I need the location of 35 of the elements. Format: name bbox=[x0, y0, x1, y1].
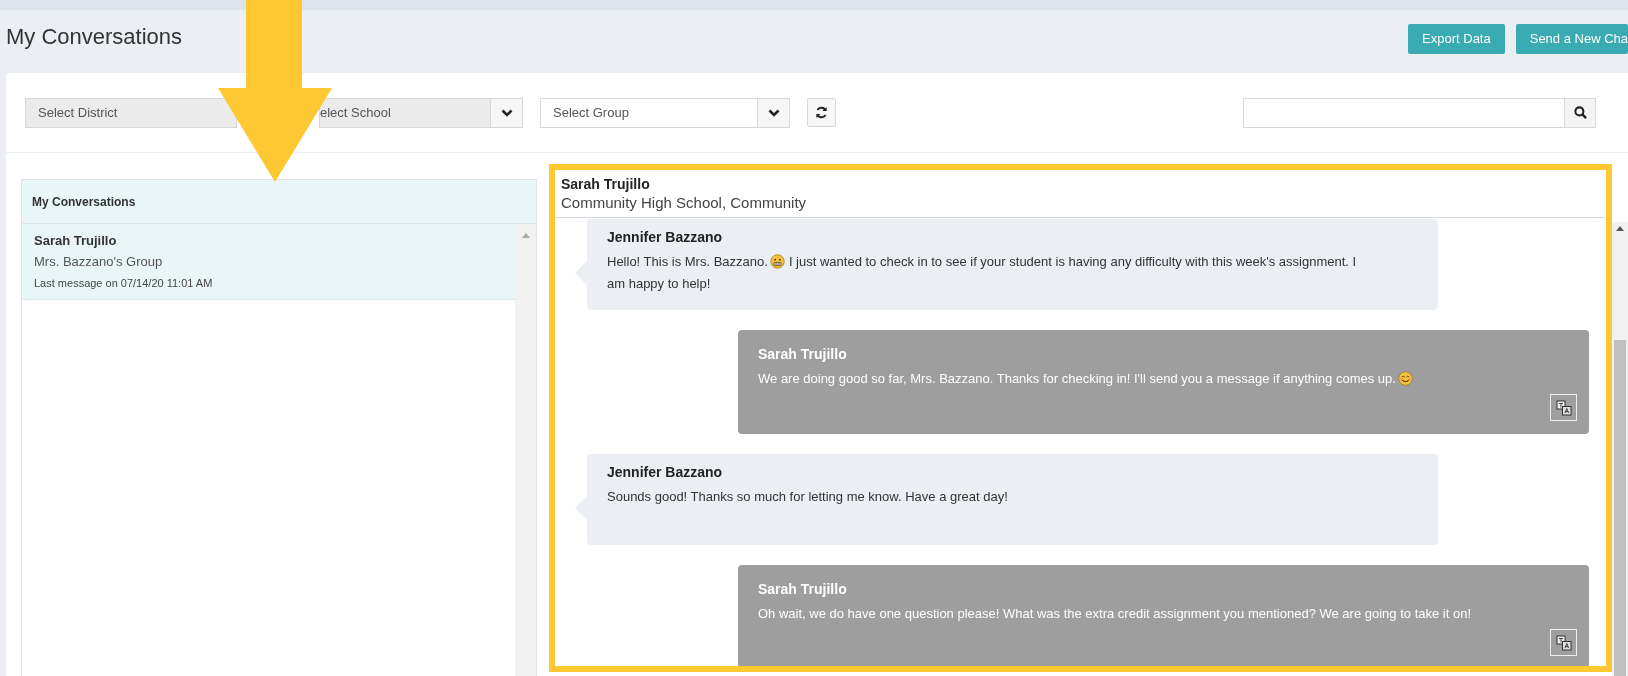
message-text: am happy to help! bbox=[607, 275, 711, 293]
search-field[interactable] bbox=[1243, 97, 1596, 128]
group-name: Mrs. Bazzano's Group bbox=[34, 254, 164, 269]
scroll-up-icon[interactable] bbox=[1616, 226, 1624, 231]
chevron-down-icon bbox=[767, 108, 780, 117]
chat-contact-name: Sarah Trujillo bbox=[561, 176, 651, 192]
grimace-emoji-icon bbox=[769, 254, 785, 269]
message-sender: Sarah Trujillo bbox=[758, 346, 848, 362]
chat-contact-school: Community High School, Community bbox=[561, 194, 808, 211]
scrollbar[interactable] bbox=[1612, 222, 1628, 676]
chevron-down-icon bbox=[500, 108, 513, 117]
message-text: Oh wait, we do have one question please! What was the extra credit assignment you mentioned? We are going to take it on! bbox=[758, 606, 1471, 621]
search-icon bbox=[1573, 106, 1587, 119]
select-field[interactable]: Select Group bbox=[540, 97, 790, 128]
translate-icon bbox=[1555, 634, 1572, 651]
message-text: I just wanted to check in to see if your student is having any difficulty with this week's assignment. I bbox=[788, 254, 1357, 269]
message-text: We are doing good so far, Mrs. Bazzano. Thanks for checking in! I'll send you a message if anything comes up. bbox=[758, 371, 1396, 386]
translate-button[interactable] bbox=[1550, 394, 1577, 421]
message-sender: Jennifer Bazzano bbox=[607, 229, 724, 245]
contact-name: Sarah Trujillo bbox=[34, 233, 118, 248]
conversation-item[interactable]: Sarah Trujillo Mrs. Bazzano's Group Last message on 07/14/20 11:01 AM bbox=[22, 224, 515, 300]
message-sender: Jennifer Bazzano bbox=[607, 464, 724, 480]
refresh-icon bbox=[815, 106, 828, 119]
page-title: My Conversations bbox=[6, 23, 183, 50]
refresh-button[interactable] bbox=[807, 98, 836, 127]
message-text: Hello! This is Mrs. Bazzano. bbox=[607, 254, 768, 269]
smile-emoji-icon bbox=[1397, 371, 1413, 386]
message-text: Sounds good! Thanks so much for letting me know. Have a great day! bbox=[607, 489, 1008, 504]
translate-button[interactable] bbox=[1550, 629, 1577, 656]
search-button[interactable] bbox=[1564, 98, 1595, 127]
last-message-time: Last message on 07/14/20 11:01 AM bbox=[34, 277, 214, 289]
translate-icon bbox=[1555, 399, 1572, 416]
scrollbar[interactable] bbox=[515, 224, 536, 676]
panel-title: My Conversations bbox=[32, 194, 136, 209]
message-sender: Sarah Trujillo bbox=[758, 581, 848, 597]
